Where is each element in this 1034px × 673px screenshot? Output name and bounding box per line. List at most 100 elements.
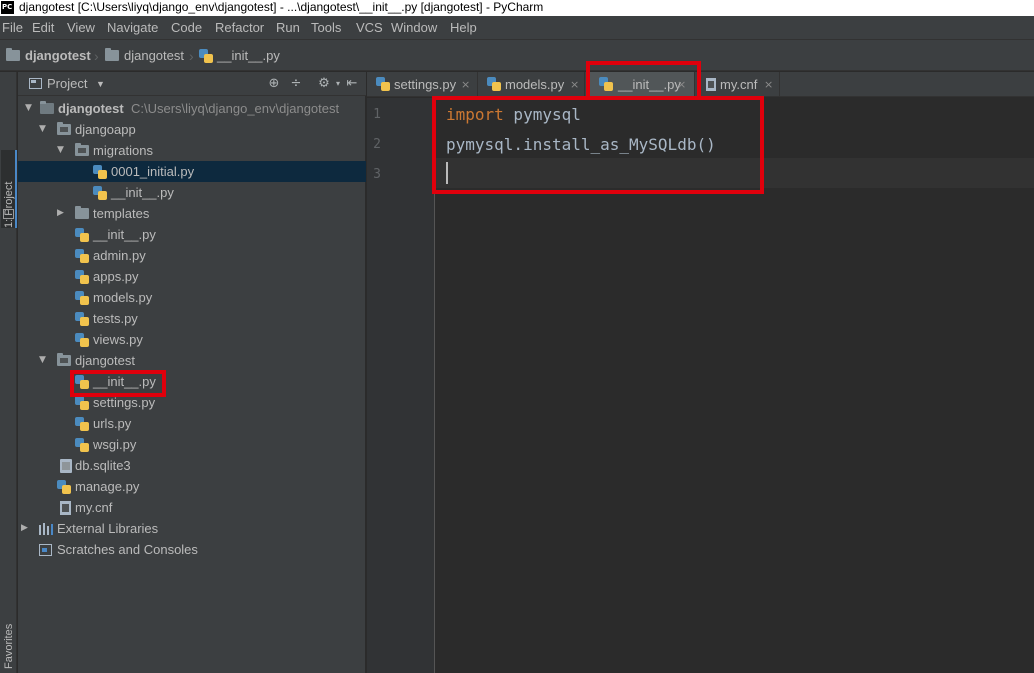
scratches-icon — [39, 544, 52, 556]
tree-item-admin[interactable]: admin.py — [18, 245, 366, 266]
window-title: djangotest [C:\Users\liyq\django_env\dja… — [19, 0, 544, 14]
python-file-icon — [93, 186, 108, 200]
package-folder-icon — [75, 143, 89, 156]
collapse-all-icon[interactable]: ÷ — [288, 72, 304, 96]
tree-item-label: External Libraries — [57, 521, 159, 536]
tree-item-label: urls.py — [93, 416, 132, 431]
tab-mycnf[interactable]: my.cnf × — [700, 72, 780, 97]
menu-refactor[interactable]: Refactor — [215, 16, 264, 39]
chevron-down-icon[interactable]: ▼ — [39, 350, 49, 371]
tree-item-models[interactable]: models.py — [18, 287, 366, 308]
chevron-down-icon[interactable]: ▼ — [57, 140, 67, 161]
text-file-icon — [706, 78, 716, 91]
breadcrumb-project[interactable]: djangotest — [6, 40, 91, 71]
hide-panel-icon[interactable]: ⇤ — [344, 72, 360, 96]
close-icon[interactable]: × — [461, 72, 470, 97]
tree-item-templates[interactable]: ▶ templates — [18, 203, 366, 224]
project-view-icon — [29, 78, 42, 89]
tree-item-views[interactable]: views.py — [18, 329, 366, 350]
line-number: 3 — [373, 167, 381, 182]
tab-settings[interactable]: settings.py × — [367, 72, 478, 97]
tree-item-djangoapp[interactable]: ▼ djangoapp — [18, 119, 366, 140]
menu-run[interactable]: Run — [276, 16, 300, 39]
tab-label: my.cnf — [720, 77, 758, 92]
tree-item-mycnf[interactable]: my.cnf — [18, 497, 366, 518]
close-icon[interactable]: × — [764, 72, 773, 97]
chevron-down-icon[interactable]: ▼ — [96, 72, 105, 96]
library-icon — [39, 523, 55, 535]
tool-window-favorites-tab[interactable]: Favorites — [1, 613, 17, 669]
tree-item-0001-initial[interactable]: 0001_initial.py — [18, 161, 366, 182]
menu-edit[interactable]: Edit — [32, 16, 54, 39]
tree-item-tests[interactable]: tests.py — [18, 308, 366, 329]
highlight-box-code — [432, 96, 764, 194]
window-title-bar: PC djangotest [C:\Users\liyq\django_env\… — [0, 0, 1034, 16]
close-icon[interactable]: × — [570, 72, 579, 97]
tree-item-label: models.py — [93, 290, 153, 305]
tree-item-label: db.sqlite3 — [75, 458, 131, 473]
navigation-bar: djangotest › djangotest › __init__.py — [0, 39, 1034, 71]
breadcrumb-file[interactable]: __init__.py — [199, 40, 280, 71]
tree-item-label: my.cnf — [75, 500, 113, 515]
menu-tools[interactable]: Tools — [311, 16, 341, 39]
tree-item-migrations[interactable]: ▼ migrations — [18, 140, 366, 161]
tree-item-migrations-init[interactable]: __init__.py — [18, 182, 366, 203]
structure-icon[interactable] — [3, 209, 14, 219]
folder-icon — [6, 48, 20, 61]
tree-item-db[interactable]: db.sqlite3 — [18, 455, 366, 476]
tree-item-djangotest-package[interactable]: ▼ djangotest — [18, 350, 366, 371]
breadcrumb-project-label: djangotest — [25, 47, 91, 63]
folder-icon — [75, 206, 89, 219]
text-file-icon — [60, 501, 71, 515]
tree-item-label: djangotest — [58, 101, 124, 116]
pycharm-logo-icon: PC — [1, 1, 14, 14]
tool-window-favorites-label: Favorites — [3, 623, 15, 669]
menu-bar: File Edit View Navigate Code Refactor Ru… — [0, 16, 1034, 39]
tree-item-app-init[interactable]: __init__.py — [18, 224, 366, 245]
tree-item-apps[interactable]: apps.py — [18, 266, 366, 287]
python-file-icon — [75, 228, 90, 242]
breadcrumb-separator-icon: › — [189, 48, 194, 64]
python-file-icon — [487, 77, 502, 91]
tree-item-external-libraries[interactable]: ▶ External Libraries — [18, 518, 366, 539]
menu-code[interactable]: Code — [171, 16, 202, 39]
breadcrumb-package[interactable]: djangotest — [105, 40, 184, 71]
python-file-icon — [75, 396, 90, 410]
database-file-icon — [60, 459, 72, 473]
chevron-right-icon[interactable]: ▶ — [57, 203, 67, 224]
python-file-icon — [75, 312, 90, 326]
tree-item-label: 0001_initial.py — [111, 164, 195, 179]
breadcrumb-package-label: djangotest — [124, 47, 184, 63]
python-file-icon — [93, 165, 108, 179]
package-folder-icon — [57, 353, 71, 366]
menu-navigate[interactable]: Navigate — [107, 16, 158, 39]
tree-item-label: wsgi.py — [93, 437, 137, 452]
python-file-icon — [75, 249, 90, 263]
menu-vcs[interactable]: VCS — [356, 16, 383, 39]
target-icon[interactable]: ⊕ — [266, 72, 282, 96]
menu-window[interactable]: Window — [391, 16, 437, 39]
tree-item-wsgi[interactable]: wsgi.py — [18, 434, 366, 455]
python-file-icon — [75, 333, 90, 347]
menu-help[interactable]: Help — [450, 16, 477, 39]
project-view-selector[interactable]: Project — [47, 72, 87, 96]
menu-file[interactable]: File — [2, 16, 23, 39]
tab-models[interactable]: models.py × — [478, 72, 585, 97]
tree-item-label: __init__.py — [93, 227, 156, 242]
chevron-right-icon[interactable]: ▶ — [21, 518, 31, 539]
python-file-icon — [75, 291, 90, 305]
tree-item-scratches[interactable]: Scratches and Consoles — [18, 539, 366, 560]
tree-item-label: migrations — [93, 143, 153, 158]
tree-item-urls[interactable]: urls.py — [18, 413, 366, 434]
tree-item-manage[interactable]: manage.py — [18, 476, 366, 497]
tree-item-label: apps.py — [93, 269, 139, 284]
line-number-gutter: 1 2 3 — [367, 98, 435, 673]
tree-item-label: djangoapp — [75, 122, 136, 137]
highlight-box-tab — [586, 61, 701, 100]
chevron-down-icon[interactable]: ▼ — [25, 98, 35, 119]
chevron-down-icon[interactable]: ▼ — [39, 119, 49, 140]
line-number: 1 — [373, 107, 381, 122]
menu-view[interactable]: View — [67, 16, 95, 39]
tree-item-root[interactable]: ▼ djangotest C:\Users\liyq\django_env\dj… — [18, 98, 366, 119]
python-file-icon — [376, 77, 391, 91]
